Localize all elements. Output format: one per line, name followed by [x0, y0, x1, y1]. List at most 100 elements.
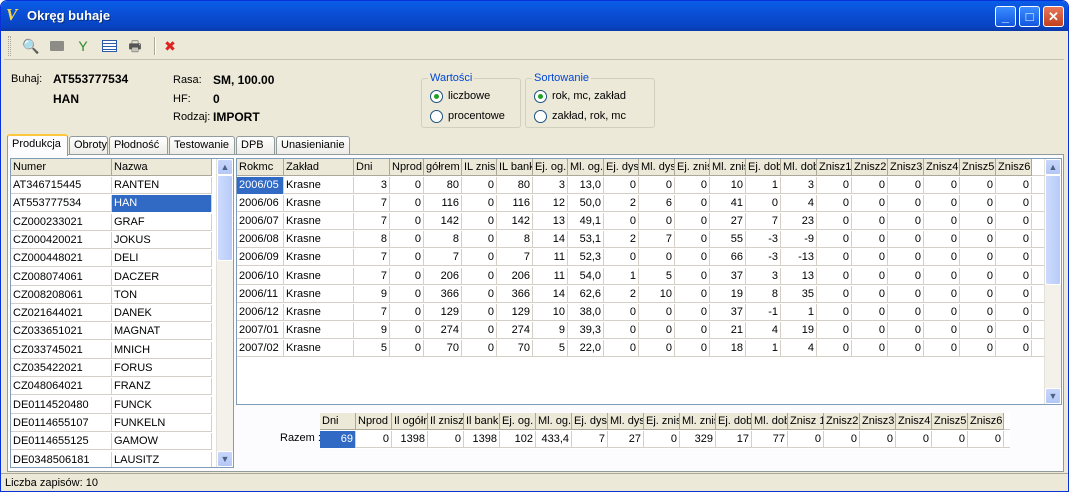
bull-name: GRAF	[112, 213, 212, 231]
table-cell: 70	[424, 339, 462, 357]
column-header[interactable]: Znisz5	[960, 159, 996, 176]
table-row[interactable]: 2006/06 Krasne 7 0 116 0 116 12 50,0 2 6 0 41 0 4 0 0 0 0 0…	[237, 195, 1045, 213]
list-button[interactable]	[98, 36, 120, 56]
table-cell: Krasne	[284, 177, 354, 194]
column-header[interactable]: Dni	[354, 159, 390, 176]
column-header[interactable]: Ml. dys	[639, 159, 675, 176]
table-row[interactable]: 2007/02 Krasne 5 0 70 0 70 5 22,0 0 0 0 18 1 4 0 0 0 0 0 0	[237, 339, 1045, 357]
column-header[interactable]: Ml. og.	[568, 159, 604, 176]
tab-plodnosc[interactable]: Płodność	[109, 136, 168, 155]
filter-icon[interactable]: Y	[72, 36, 94, 56]
column-header[interactable]: Ej. dob	[746, 159, 781, 176]
column-header[interactable]: Znisz6	[996, 159, 1032, 176]
table-cell: 1	[746, 177, 781, 194]
bull-list-scrollbar[interactable]: ▲ ▼	[216, 159, 233, 467]
table-cell: 0	[888, 177, 924, 194]
column-header[interactable]: Ej. dys	[604, 159, 639, 176]
blank-button[interactable]	[46, 36, 68, 56]
close-button[interactable]: ✕	[1043, 6, 1064, 27]
list-item[interactable]: CZ035422021 FORUS	[11, 360, 212, 377]
minimize-button[interactable]: _	[995, 6, 1016, 27]
column-header: Il bank	[464, 413, 500, 430]
table-cell: 14	[533, 231, 568, 249]
column-header[interactable]: Nazwa	[112, 159, 212, 176]
procentowe-label[interactable]: procentowe	[448, 110, 505, 122]
tab-obroty[interactable]: Obroty	[69, 136, 108, 155]
print-icon[interactable]: 🖶	[124, 36, 146, 56]
list-item[interactable]: CZ000420021 JOKUS	[11, 231, 212, 249]
rasa-value: SM, 100.00	[213, 73, 275, 87]
table-cell: 9	[533, 321, 568, 339]
column-header[interactable]: gółrem	[424, 159, 462, 176]
table-row[interactable]: 2006/08 Krasne 8 0 8 0 8 14 53,1 2 7 0 55 -3 -9 0 0 0 0 0 0	[237, 231, 1045, 249]
column-header[interactable]: Numer	[11, 159, 112, 176]
table-row[interactable]: 2006/07 Krasne 7 0 142 0 142 13 49,1 0 0 0 27 7 23 0 0 0 0…	[237, 213, 1045, 231]
scroll-up-button[interactable]: ▲	[217, 159, 233, 175]
column-header[interactable]: Ej. znis	[675, 159, 710, 176]
scroll-thumb[interactable]	[217, 175, 233, 261]
table-cell: 0	[996, 213, 1032, 231]
column-header[interactable]: Znisz3	[888, 159, 924, 176]
column-header[interactable]: Znisz1	[817, 159, 852, 176]
column-header[interactable]: IL znisz	[462, 159, 497, 176]
tab-unasienianie[interactable]: Unasienianie	[276, 136, 350, 155]
table-cell: 9	[354, 285, 390, 303]
table-row[interactable]: 2007/01 Krasne 9 0 274 0 274 9 39,3 0 0 0 21 4 19 0 0 0 0 0…	[237, 321, 1045, 339]
column-header: Ml. znis	[680, 413, 716, 430]
scroll-up-button[interactable]: ▲	[1045, 159, 1061, 175]
table-row[interactable]: 2006/11 Krasne 9 0 366 0 366 14 62,6 2 10 0 19 8 35 0 0 0…	[237, 285, 1045, 303]
scroll-down-button[interactable]: ▼	[217, 451, 233, 467]
scroll-thumb[interactable]	[1045, 175, 1061, 285]
list-item[interactable]: DE0114655125 GAMOW	[11, 433, 212, 451]
list-item[interactable]: DE0114520480 FUNCK	[11, 396, 212, 414]
list-item[interactable]: DE0348506181 LAUSITZ	[11, 451, 212, 467]
list-item[interactable]: CZ021644021 DANEK	[11, 305, 212, 323]
procentowe-radio[interactable]	[430, 110, 443, 123]
tab-testowanie[interactable]: Testowanie	[169, 136, 235, 155]
table-cell: Krasne	[284, 303, 354, 321]
column-header[interactable]: Ml. znis	[710, 159, 746, 176]
list-item[interactable]: CZ008074061 DACZER	[11, 268, 212, 286]
toolbar-grip[interactable]	[8, 36, 11, 56]
column-header[interactable]: Rokmc	[237, 159, 284, 176]
list-item[interactable]: AT346715445 RANTEN	[11, 177, 212, 194]
maximize-button[interactable]: □	[1019, 6, 1040, 27]
close-doc-icon[interactable]: ✖	[159, 36, 181, 56]
list-item[interactable]: AT553777534 HAN	[11, 195, 212, 213]
liczbowe-label[interactable]: liczbowe	[448, 90, 490, 102]
sort-zaklad-radio[interactable]	[534, 110, 547, 123]
table-row[interactable]: 2006/12 Krasne 7 0 129 0 129 10 38,0 0 0 0 37 -1 1 0 0 0 0…	[237, 303, 1045, 321]
produkcja-panel: Numer Nazwa AT346715445 RANTEN AT553777534 HA…	[7, 154, 1064, 472]
tab-dpb[interactable]: DPB	[236, 136, 275, 155]
list-item[interactable]: CZ033745021 MNICH	[11, 341, 212, 359]
production-grid-scrollbar[interactable]: ▲ ▼	[1044, 159, 1061, 404]
search-icon[interactable]: 🔍	[20, 36, 42, 56]
column-header[interactable]: Ml. dob	[781, 159, 817, 176]
list-item[interactable]: CZ000233021 GRAF	[11, 213, 212, 231]
column-header[interactable]: IL bank	[497, 159, 533, 176]
total-value: 329	[680, 431, 716, 448]
column-header[interactable]: Ej. og.	[533, 159, 568, 176]
bull-name: HAN	[112, 195, 212, 213]
scroll-down-button[interactable]: ▼	[1045, 388, 1061, 404]
column-header[interactable]: Znisz2	[852, 159, 888, 176]
table-row[interactable]: 2006/09 Krasne 7 0 7 0 7 11 52,3 0 0 0 66 -3 -13 0 0 0 0 0 0	[237, 249, 1045, 267]
table-cell: 62,6	[568, 285, 604, 303]
table-row[interactable]: 2006/10 Krasne 7 0 206 0 206 11 54,0 1 5 0 37 3 13 0 0 0 0…	[237, 267, 1045, 285]
table-cell: 1	[604, 267, 639, 285]
column-header[interactable]: Nprod	[390, 159, 424, 176]
sort-rok-radio[interactable]	[534, 90, 547, 103]
sort-zaklad-label[interactable]: zakład, rok, mc	[552, 110, 626, 122]
list-item[interactable]: DE0114655107 FUNKELN	[11, 414, 212, 432]
column-header[interactable]: Znisz4	[924, 159, 960, 176]
tab-produkcja[interactable]: Produkcja	[7, 134, 68, 156]
table-cell: 0	[852, 213, 888, 231]
list-item[interactable]: CZ048064021 FRANZ	[11, 378, 212, 396]
column-header[interactable]: Zakład	[284, 159, 354, 176]
liczbowe-radio[interactable]	[430, 90, 443, 103]
sort-rok-label[interactable]: rok, mc, zakład	[552, 90, 626, 102]
table-row[interactable]: 2006/05 Krasne 3 0 80 0 80 3 13,0 0 0 0 10 1 3 0 0 0 0 0 0	[237, 177, 1045, 194]
list-item[interactable]: CZ000448021 DELI	[11, 250, 212, 268]
list-item[interactable]: CZ033651021 MAGNAT	[11, 323, 212, 341]
list-item[interactable]: CZ008208061 TON	[11, 286, 212, 304]
